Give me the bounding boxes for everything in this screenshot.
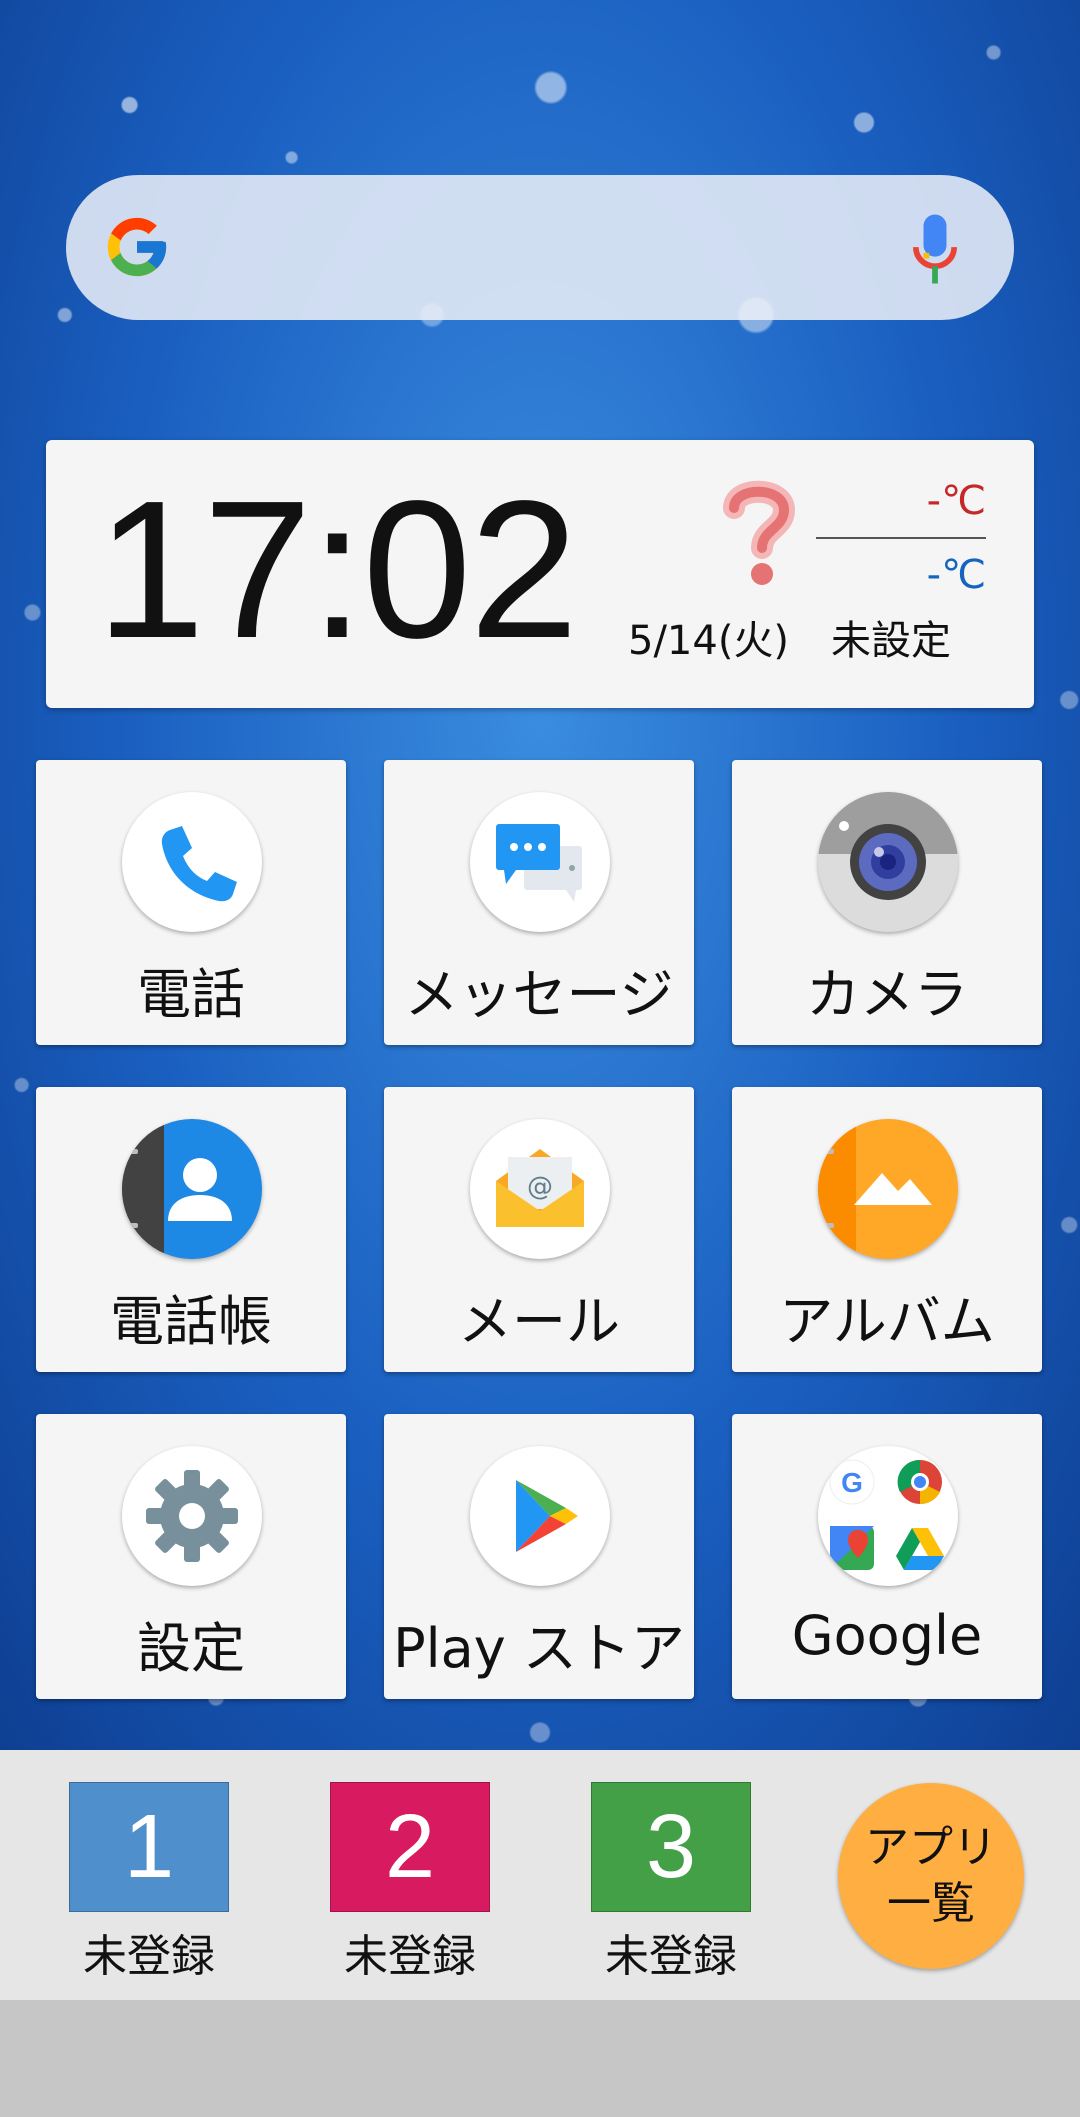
phone-icon: [161, 826, 237, 902]
play-store-icon: [516, 1480, 578, 1552]
settings-gear-icon: [146, 1470, 238, 1562]
navigation-bar: [0, 2000, 1080, 2117]
app-label: アルバム: [779, 1290, 995, 1353]
shortcut-number: 3: [591, 1782, 751, 1912]
app-label: 設定: [137, 1617, 245, 1680]
shortcut-label: 未登録: [605, 1931, 737, 1982]
app-tile-contacts[interactable]: 電話帳: [36, 1087, 346, 1372]
shortcut-2[interactable]: 2 未登録: [330, 1782, 490, 1984]
shortcut-label: 未登録: [83, 1931, 215, 1982]
weather-location: 未設定: [831, 618, 951, 664]
app-tile-camera[interactable]: カメラ: [732, 760, 1042, 1045]
app-tile-play-store[interactable]: Play ストア: [384, 1414, 694, 1699]
microphone-icon[interactable]: [912, 213, 958, 285]
app-list-label-line1: アプリ: [865, 1822, 997, 1873]
app-tile-google-folder[interactable]: G Google: [732, 1414, 1042, 1699]
dock: 1 未登録 2 未登録 3 未登録 アプリ 一覧: [0, 1750, 1080, 2000]
app-label: メール: [458, 1290, 620, 1353]
shortcut-number: 2: [330, 1782, 490, 1912]
app-label: 電話: [137, 963, 245, 1026]
app-label: 電話帳: [110, 1290, 272, 1353]
app-label: カメラ: [806, 963, 968, 1026]
app-tile-message[interactable]: メッセージ: [384, 760, 694, 1045]
app-tile-album[interactable]: アルバム: [732, 1087, 1042, 1372]
contacts-icon: [122, 1119, 232, 1259]
shortcut-1[interactable]: 1 未登録: [69, 1782, 229, 1984]
svg-text:@: @: [527, 1172, 553, 1202]
shortcut-3[interactable]: 3 未登録: [591, 1782, 751, 1984]
temperature-high: -℃: [926, 478, 986, 524]
google-search-bar[interactable]: [66, 175, 1014, 320]
app-label: Google: [791, 1604, 983, 1667]
app-label: メッセージ: [404, 963, 674, 1026]
google-apps-folder-icon: G: [829, 1459, 944, 1570]
camera-icon: [818, 792, 958, 900]
clock-date: 5/14(火): [628, 618, 790, 664]
shortcut-number: 1: [69, 1782, 229, 1912]
mail-icon: @: [496, 1149, 584, 1227]
clock-time: 17:02: [96, 460, 578, 679]
question-mark-icon: [723, 480, 796, 585]
svg-text:G: G: [841, 1467, 863, 1498]
app-tile-mail[interactable]: @ メール: [384, 1087, 694, 1372]
google-g-icon: [107, 217, 167, 277]
album-icon: [818, 1119, 932, 1259]
app-label: Play ストア: [393, 1617, 685, 1680]
temperature-low: -℃: [926, 552, 986, 598]
shortcut-label: 未登録: [344, 1931, 476, 1982]
app-list-button[interactable]: アプリ 一覧: [838, 1783, 1024, 1969]
clock-weather-widget[interactable]: 17:02 5/14(火) -℃ -℃ 未設定: [46, 440, 1034, 708]
app-tile-phone[interactable]: 電話: [36, 760, 346, 1045]
message-icon: [496, 824, 582, 902]
app-tile-settings[interactable]: 設定: [36, 1414, 346, 1699]
temperature-divider: [816, 537, 986, 539]
app-list-label-line2: 一覧: [887, 1878, 975, 1929]
